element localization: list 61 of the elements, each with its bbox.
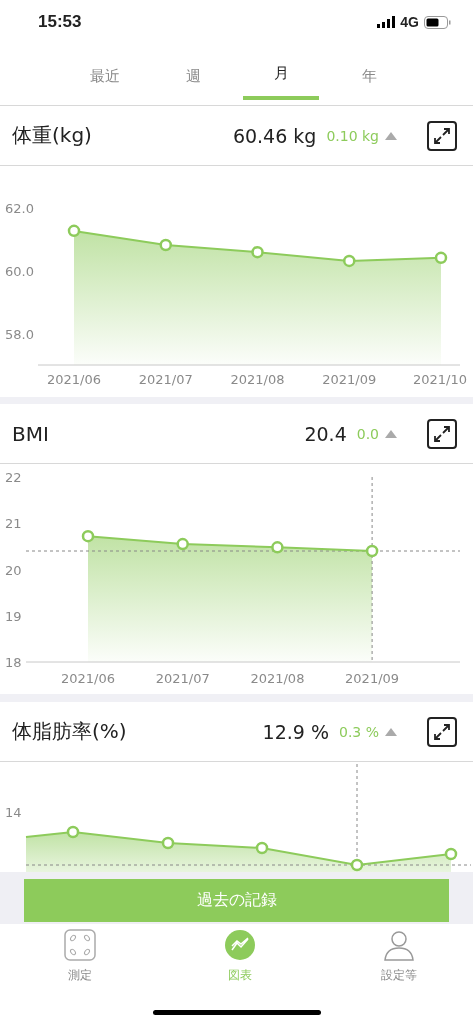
- axis-label: 58.0: [5, 326, 34, 342]
- axis-label: 2021/06: [61, 671, 115, 686]
- up-triangle-icon: [385, 131, 397, 140]
- period-tab[interactable]: 月: [243, 44, 319, 100]
- current-value: 12.9 %: [262, 720, 329, 743]
- expand-icon: [432, 721, 452, 742]
- axis-label: 22: [5, 470, 22, 485]
- status-time: 15:53: [38, 12, 82, 32]
- chart-point: [67, 224, 81, 238]
- change-value: 0.3 %: [338, 723, 379, 740]
- axis-label: 2021/09: [345, 671, 400, 686]
- period-tab[interactable]: 最近: [61, 44, 149, 106]
- chart-point: [161, 836, 175, 850]
- axis-label: 2021/08: [250, 671, 305, 686]
- chart-point: [251, 245, 264, 259]
- axis-label: 14: [5, 805, 22, 820]
- chart-point: [434, 251, 448, 265]
- axis-label: 62.0: [5, 201, 34, 217]
- expand-icon: [432, 423, 452, 444]
- panel-title: BMI: [12, 421, 50, 446]
- nav-tab[interactable]: 設定等: [363, 924, 435, 992]
- axis-label: 18: [5, 655, 22, 670]
- change-value: 0.10 kg: [326, 127, 379, 144]
- period-tab[interactable]: 年: [325, 44, 413, 106]
- axis-label: 20: [5, 562, 22, 578]
- expand-icon: [432, 125, 452, 146]
- up-triangle-icon: [385, 727, 397, 736]
- panel-title: 体重(kg): [12, 122, 93, 149]
- period-tab[interactable]: 週: [149, 44, 237, 106]
- axis-label: 2021/10: [413, 372, 467, 387]
- axis-label: 2021/08: [230, 372, 285, 387]
- expand-button[interactable]: [427, 716, 457, 747]
- history-button[interactable]: 過去の記録: [24, 879, 449, 922]
- axis-label: 2021/09: [322, 372, 377, 387]
- axis-label: 2021/06: [47, 372, 101, 387]
- network-label: 4G: [400, 14, 419, 30]
- chart-point: [66, 825, 80, 839]
- up-triangle-icon: [385, 429, 397, 438]
- chart-icon: [223, 929, 256, 961]
- current-value: 60.46 kg: [232, 124, 317, 147]
- chart-point: [343, 254, 356, 268]
- expand-button[interactable]: [427, 120, 457, 151]
- axis-label: 2021/07: [155, 671, 210, 686]
- chart-point: [444, 847, 458, 861]
- axis-label: 21: [5, 516, 22, 532]
- change-value: 0.0: [356, 425, 379, 442]
- person-icon: [383, 929, 415, 961]
- nav-tab[interactable]: 測定: [44, 924, 116, 992]
- chart-point: [255, 841, 269, 855]
- battery-icon: [424, 15, 451, 29]
- panel-title: 体脂肪率(%): [12, 718, 128, 745]
- expand-button[interactable]: [427, 418, 457, 449]
- chart-point: [350, 858, 364, 872]
- axis-label: 2021/07: [138, 372, 193, 387]
- nav-tab[interactable]: 図表: [203, 924, 276, 992]
- signal-icon: [377, 16, 396, 28]
- current-value: 20.4: [304, 422, 347, 445]
- axis-label: 19: [5, 608, 22, 624]
- axis-label: 60.0: [5, 264, 34, 279]
- chart-point: [159, 238, 172, 252]
- scale-icon: [64, 929, 96, 961]
